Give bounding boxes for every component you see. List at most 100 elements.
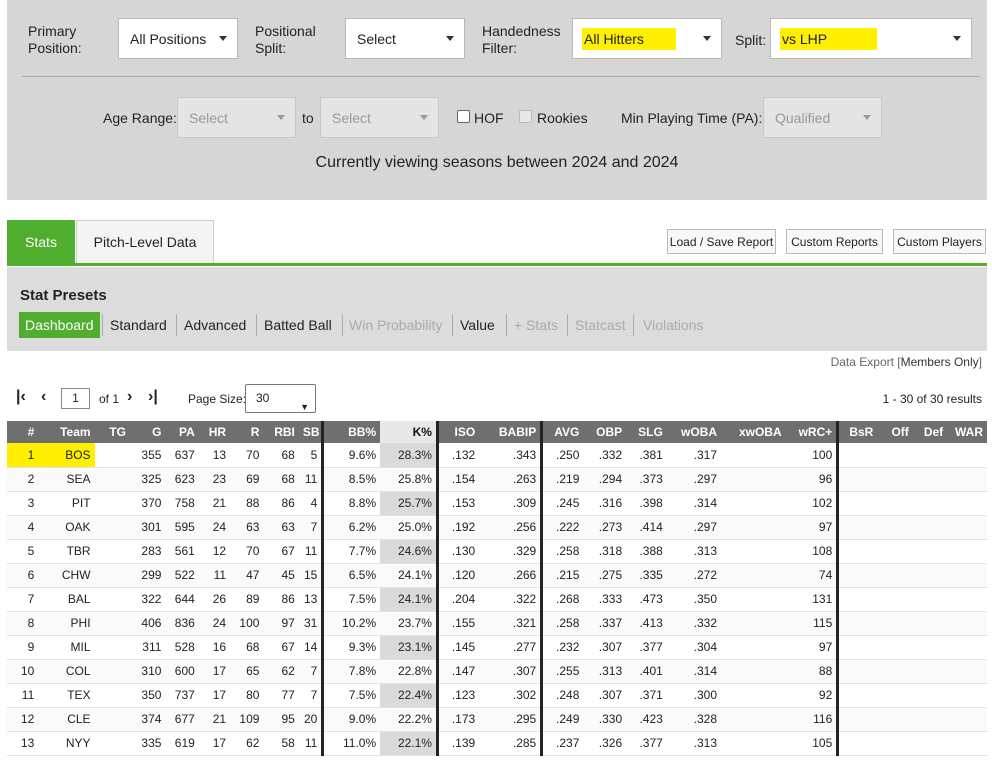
filter-divider [22,76,980,77]
table-row[interactable]: 10 COL 310 600 17 65 62 7 7.8% 22.8% .147.307.255.… [7,659,987,684]
cell-sb: 4 [298,491,323,516]
preset-advanced[interactable]: Advanced [178,312,252,338]
positional-split-select[interactable]: Select [345,18,465,59]
column-header-woba[interactable]: wOBA [666,421,721,443]
column-header-sb[interactable]: SB [298,421,323,443]
age-to-select[interactable]: Select [320,97,439,138]
column-header-team[interactable]: Team [38,421,95,443]
column-header-wrc[interactable]: wRC+ [785,421,838,443]
age-from-select[interactable]: Select [177,97,296,138]
column-header-babip[interactable]: BABIP [479,421,542,443]
preset-statcast[interactable]: Statcast [569,312,632,338]
cell-team[interactable]: CHW [38,563,95,588]
column-header-tg[interactable]: TG [94,421,130,443]
column-header-war[interactable]: WAR [947,421,987,443]
cell-tg [94,443,130,468]
cell-woba: .314 [666,659,721,684]
page-number-input[interactable]: 1 [61,388,90,409]
column-header-obp[interactable]: OBP [583,421,627,443]
cell-team[interactable]: BOS [38,443,95,468]
preset-violations[interactable]: Violations [637,312,709,338]
cell-tg [94,659,130,684]
column-header-pa[interactable]: PA [165,421,199,443]
rookies-checkbox[interactable] [519,110,532,123]
preset-value[interactable]: Value [454,312,501,338]
cell-g: 350 [130,683,166,708]
min-playing-time-select[interactable]: Qualified [763,97,882,138]
preset-dashboard[interactable]: Dashboard [19,312,100,338]
preset-batted-ball[interactable]: Batted Ball [258,312,338,338]
column-header-slg[interactable]: SLG [626,421,667,443]
cell-rank: 2 [7,467,39,492]
split-label: Split: [735,32,767,48]
table-row[interactable]: 12 CLE 374 677 21 109 95 20 9.0% 22.2% .173.295.24… [7,707,987,732]
cell-g: 283 [130,539,166,564]
cell-rank: 7 [7,587,39,612]
cell-team[interactable]: SEA [38,467,95,492]
cell-team[interactable]: PHI [38,611,95,636]
column-header-rbi[interactable]: RBI [263,421,299,443]
load-save-report-button[interactable]: Load / Save Report [667,229,776,254]
custom-players-button[interactable]: Custom Players [893,229,986,254]
cell-r: 70 [230,443,264,468]
prev-page-icon[interactable]: ‹ [41,388,46,406]
hof-checkbox[interactable] [457,110,470,123]
cell-war [947,731,987,756]
cell-team[interactable]: TEX [38,683,95,708]
data-export-link[interactable]: Data Export [Members Only] [831,355,982,369]
column-header-k[interactable]: K% [380,421,438,443]
cell-k: 25.0% [380,515,438,540]
column-header-rank[interactable]: # [7,421,39,443]
cell-team[interactable]: NYY [38,731,95,756]
column-header-bsr[interactable]: BsR [836,421,878,443]
table-row[interactable]: 4 OAK 301 595 24 63 63 7 6.2% 25.0% .192.256.222.2… [7,515,987,540]
page-size-select[interactable]: 30 ▼ [245,384,316,413]
cell-tg [94,515,130,540]
column-header-avg[interactable]: AVG [540,421,584,443]
next-page-icon[interactable]: › [127,388,132,406]
preset-standard[interactable]: Standard [104,312,173,338]
column-header-hr[interactable]: HR [198,421,231,443]
cell-bb: 9.3% [321,635,381,660]
table-row[interactable]: 6 CHW 299 522 11 47 45 15 6.5% 24.1% .120.266.215.… [7,563,987,588]
first-page-icon[interactable]: |‹ [16,388,26,406]
cell-team[interactable]: CLE [38,707,95,732]
cell-obp: .313 [583,659,627,684]
column-header-g[interactable]: G [130,421,166,443]
table-row[interactable]: 8 PHI 406 836 24 100 97 31 10.2% 23.7% .155.321.25… [7,611,987,636]
preset-win-probability[interactable]: Win Probability [343,312,448,338]
cell-xwoba [721,587,786,612]
column-header-xwoba[interactable]: xwOBA [721,421,786,443]
cell-team[interactable]: PIT [38,491,95,516]
cell-avg: .258 [540,539,584,564]
table-row[interactable]: 7 BAL 322 644 26 89 86 13 7.5% 24.1% .204.322.268.… [7,587,987,612]
column-header-def[interactable]: Def [912,421,948,443]
split-select[interactable]: vs LHP [770,18,972,59]
table-row[interactable]: 9 MIL 311 528 16 68 67 14 9.3% 23.1% .145.277.232.… [7,635,987,660]
table-row[interactable]: 3 PIT 370 758 21 88 86 4 8.8% 25.7% .153.309.245.3… [7,491,987,516]
cell-obp: .333 [583,587,627,612]
cell-team[interactable]: OAK [38,515,95,540]
cell-team[interactable]: BAL [38,587,95,612]
cell-team[interactable]: TBR [38,539,95,564]
column-header-iso[interactable]: ISO [435,421,480,443]
cell-bsr [836,611,878,636]
handedness-filter-select[interactable]: All Hitters [572,18,722,59]
table-row[interactable]: 11 TEX 350 737 17 80 77 7 7.5% 22.4% .123.302.248.… [7,683,987,708]
cell-team[interactable]: COL [38,659,95,684]
last-page-icon[interactable]: ›| [148,388,158,406]
preset-plus-stats[interactable]: + Stats [508,312,564,338]
table-row[interactable]: 1 BOS 355 637 13 70 68 5 9.6% 28.3% .132.343.250.3… [7,443,987,468]
table-row[interactable]: 13 NYY 335 619 17 62 58 11 11.0% 22.1% .139.285.23… [7,731,987,756]
primary-position-select[interactable]: All Positions [118,18,238,59]
custom-reports-button[interactable]: Custom Reports [786,229,883,254]
table-row[interactable]: 2 SEA 325 623 23 69 68 11 8.5% 25.8% .154.263.219.… [7,467,987,492]
tab-pitch-level-data[interactable]: Pitch-Level Data [76,220,214,263]
column-header-off[interactable]: Off [877,421,913,443]
cell-team[interactable]: MIL [38,635,95,660]
cell-k: 23.1% [380,635,438,660]
tab-stats[interactable]: Stats [7,220,75,263]
column-header-bb[interactable]: BB% [321,421,381,443]
table-row[interactable]: 5 TBR 283 561 12 70 67 11 7.7% 24.6% .130.329.258.… [7,539,987,564]
column-header-r[interactable]: R [230,421,264,443]
